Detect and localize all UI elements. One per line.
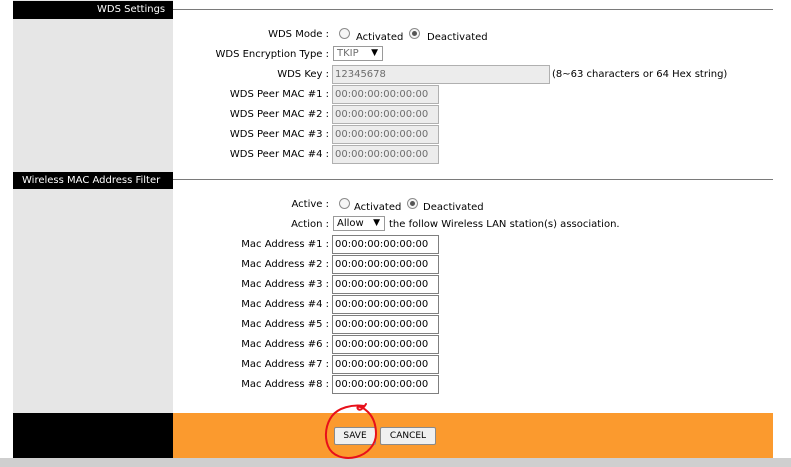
- mac-address-label: Mac Address #3 :: [241, 279, 329, 290]
- wds-peer-mac-input[interactable]: 00:00:00:00:00:00: [332, 145, 439, 164]
- wds-peer-mac-label: WDS Peer MAC #4 :: [229, 149, 329, 160]
- mac-filter-action-value: Allow: [337, 218, 364, 229]
- mac-address-input[interactable]: 00:00:00:00:00:00: [332, 375, 439, 394]
- mac-address-input[interactable]: 00:00:00:00:00:00: [332, 315, 439, 334]
- wds-header-divider: [173, 9, 773, 10]
- wds-mode-label: WDS Mode :: [268, 29, 329, 40]
- wds-peer-mac-label: WDS Peer MAC #1 :: [229, 89, 329, 100]
- wds-peer-mac-input[interactable]: 00:00:00:00:00:00: [332, 125, 439, 144]
- wds-mode-activated-radio[interactable]: [339, 28, 350, 39]
- mac-address-input[interactable]: 00:00:00:00:00:00: [332, 275, 439, 294]
- wds-encryption-label: WDS Encryption Type :: [215, 49, 330, 60]
- wds-key-hint: (8~63 characters or 64 Hex string): [552, 69, 728, 80]
- mac-address-label: Mac Address #4 :: [241, 299, 329, 310]
- wds-key-input[interactable]: 12345678: [332, 65, 550, 84]
- mac-address-label: Mac Address #1 :: [241, 239, 329, 250]
- mac-address-label: Mac Address #2 :: [241, 259, 329, 270]
- mac-address-input[interactable]: 00:00:00:00:00:00: [332, 335, 439, 354]
- footer-bar: [173, 413, 773, 458]
- mac-address-label: Mac Address #8 :: [241, 379, 329, 390]
- mac-address-label: Mac Address #7 :: [241, 359, 329, 370]
- wds-mode-activated-label: Activated: [356, 32, 404, 43]
- mac-address-input[interactable]: 00:00:00:00:00:00: [332, 355, 439, 374]
- mac-filter-action-select[interactable]: Allow ▼: [333, 216, 385, 231]
- mac-filter-title: Wireless MAC Address Filter: [22, 175, 161, 186]
- chevron-down-icon: ▼: [371, 48, 378, 58]
- wds-peer-mac-label: WDS Peer MAC #3 :: [229, 129, 329, 140]
- window-bottom-strip: [0, 458, 791, 467]
- wds-key-label: WDS Key :: [277, 69, 329, 80]
- mac-filter-deactivated-radio[interactable]: [407, 198, 418, 209]
- wds-encryption-value: TKIP: [337, 48, 359, 59]
- wds-mode-deactivated-label: Deactivated: [427, 32, 488, 43]
- wds-peer-mac-label: WDS Peer MAC #2 :: [229, 109, 329, 120]
- mac-filter-activated-label: Activated: [354, 202, 402, 213]
- mac-filter-deactivated-label: Deactivated: [423, 202, 484, 213]
- mac-address-input[interactable]: 00:00:00:00:00:00: [332, 255, 439, 274]
- mac-filter-active-label: Active :: [291, 199, 329, 210]
- annotation-circle: [324, 403, 377, 459]
- mac-address-label: Mac Address #5 :: [241, 319, 329, 330]
- mac-address-label: Mac Address #6 :: [241, 339, 329, 350]
- wds-encryption-select[interactable]: TKIP ▼: [333, 46, 383, 61]
- mac-address-input[interactable]: 00:00:00:00:00:00: [332, 295, 439, 314]
- mac-filter-header-divider: [173, 179, 773, 180]
- chevron-down-icon: ▼: [373, 218, 380, 228]
- mac-filter-activated-radio[interactable]: [339, 198, 350, 209]
- mac-filter-action-label: Action :: [291, 219, 329, 230]
- wds-mode-deactivated-radio[interactable]: [409, 28, 420, 39]
- mac-filter-header: Wireless MAC Address Filter: [13, 172, 173, 189]
- wds-settings-header: WDS Settings: [13, 1, 173, 19]
- mac-address-input[interactable]: 00:00:00:00:00:00: [332, 235, 439, 254]
- cancel-button[interactable]: CANCEL: [380, 427, 436, 445]
- wds-peer-mac-input[interactable]: 00:00:00:00:00:00: [332, 85, 439, 104]
- wds-settings-title: WDS Settings: [97, 4, 166, 15]
- wds-peer-mac-input[interactable]: 00:00:00:00:00:00: [332, 105, 439, 124]
- footer-left-block: [13, 413, 173, 458]
- mac-filter-action-suffix: the follow Wireless LAN station(s) assoc…: [389, 219, 620, 230]
- sidebar-panel: [13, 0, 173, 413]
